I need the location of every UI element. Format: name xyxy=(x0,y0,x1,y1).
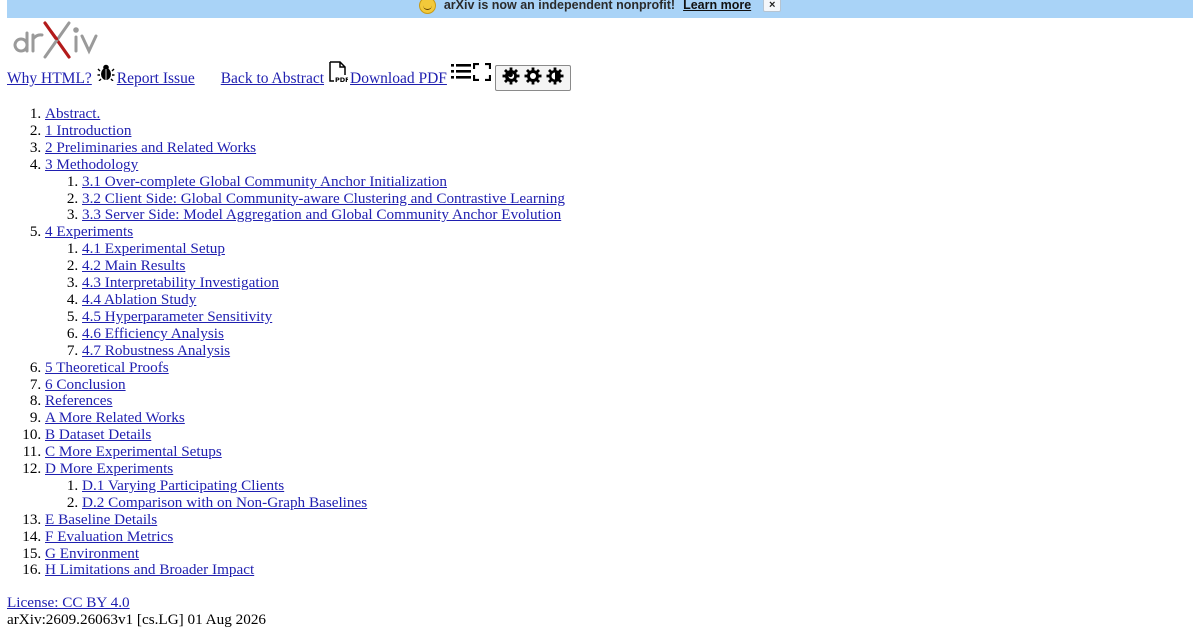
toc-link[interactable]: C More Experimental Setups xyxy=(45,443,222,460)
toc-subitem: 4.3 Interpretability Investigation xyxy=(82,274,700,292)
toc-item: G Environment xyxy=(45,545,700,563)
toc-link[interactable]: G Environment xyxy=(45,545,139,562)
smiling-face-icon xyxy=(418,0,436,14)
gear-dark-icon[interactable] xyxy=(502,67,520,90)
toolbar: Why HTML? Report Issue Back to Abstract … xyxy=(7,60,571,94)
toc-subitem: 3.1 Over-complete Global Community Ancho… xyxy=(82,173,700,191)
toc-link[interactable]: 2 Preliminaries and Related Works xyxy=(45,139,256,156)
bug-icon[interactable] xyxy=(97,63,115,86)
toc-item: F Evaluation Metrics xyxy=(45,528,700,546)
toc-item: C More Experimental Setups xyxy=(45,443,700,461)
toc-item: Abstract. xyxy=(45,105,700,123)
toc-item: 4 Experiments4.1 Experimental Setup4.2 M… xyxy=(45,223,700,360)
toc-link[interactable]: F Evaluation Metrics xyxy=(45,528,173,545)
toc-subitem: D.2 Comparison with on Non-Graph Baselin… xyxy=(82,494,700,512)
banner-message: arXiv is now an independent nonprofit! xyxy=(443,0,676,12)
toc-sublink[interactable]: 4.2 Main Results xyxy=(82,257,185,274)
toc-link[interactable]: 4 Experiments xyxy=(45,223,133,240)
toc-subitem: 3.2 Client Side: Global Community-aware … xyxy=(82,190,700,208)
toc-item: H Limitations and Broader Impact xyxy=(45,562,700,579)
toc-subitem: 4.1 Experimental Setup xyxy=(82,240,700,258)
close-banner-button[interactable]: × xyxy=(763,0,782,12)
toc-sublink[interactable]: D.2 Comparison with on Non-Graph Baselin… xyxy=(82,494,367,511)
toc-sublink[interactable]: D.1 Varying Participating Clients xyxy=(82,477,284,494)
license-link[interactable]: License: CC BY 4.0 xyxy=(7,594,130,611)
toc-link[interactable]: 6 Conclusion xyxy=(45,376,126,393)
toc-subitem: 4.7 Robustness Analysis xyxy=(82,342,700,360)
toc-list: Abstract.1 Introduction2 Preliminaries a… xyxy=(0,105,700,579)
toc-sublink[interactable]: 3.3 Server Side: Model Aggregation and G… xyxy=(82,206,561,223)
toc-link[interactable]: E Baseline Details xyxy=(45,511,157,528)
download-pdf-link[interactable]: Download PDF xyxy=(350,70,447,88)
toc-subitem: 4.5 Hyperparameter Sensitivity xyxy=(82,308,700,326)
theme-toggle-group xyxy=(494,65,571,91)
why-html-link[interactable]: Why HTML? xyxy=(7,70,92,88)
toc-subitem: 4.4 Ablation Study xyxy=(82,291,700,309)
toc-sublist: D.1 Varying Participating ClientsD.2 Com… xyxy=(45,477,700,512)
toc-subitem: D.1 Varying Participating Clients xyxy=(82,477,700,495)
svg-text:PDF: PDF xyxy=(335,76,348,83)
license-line: License: CC BY 4.0 xyxy=(7,594,130,612)
toc-sublist: 3.1 Over-complete Global Community Ancho… xyxy=(45,173,700,225)
toc-item: 3 Methodology3.1 Over-complete Global Co… xyxy=(45,156,700,225)
expand-icon[interactable] xyxy=(472,62,492,86)
toc-sublink[interactable]: 4.5 Hyperparameter Sensitivity xyxy=(82,308,272,325)
toc-item: 2 Preliminaries and Related Works xyxy=(45,139,700,157)
toc-link[interactable]: Abstract. xyxy=(45,105,100,122)
toc-item: A More Related Works xyxy=(45,409,700,427)
toc-sublink[interactable]: 4.1 Experimental Setup xyxy=(82,240,225,257)
toc-sublink[interactable]: 3.2 Client Side: Global Community-aware … xyxy=(82,190,565,207)
toc-link[interactable]: References xyxy=(45,392,112,409)
toc-sublink[interactable]: 4.3 Interpretability Investigation xyxy=(82,274,279,291)
toc-link[interactable]: 5 Theoretical Proofs xyxy=(45,359,169,376)
toc-subitem: 4.2 Main Results xyxy=(82,257,700,275)
contrast-gear-icon[interactable] xyxy=(546,67,564,90)
back-to-abstract-link[interactable]: Back to Abstract xyxy=(221,70,324,88)
toc-item: 6 Conclusion xyxy=(45,376,700,394)
toc-item: 1 Introduction xyxy=(45,122,700,140)
table-of-contents: Abstract.1 Introduction2 Preliminaries a… xyxy=(0,105,700,579)
toc-link[interactable]: 3 Methodology xyxy=(45,156,138,173)
toc-sublink[interactable]: 3.1 Over-complete Global Community Ancho… xyxy=(82,173,447,190)
gear-outline-icon[interactable] xyxy=(524,67,542,90)
toc-sublink[interactable]: 4.7 Robustness Analysis xyxy=(82,342,230,359)
toc-subitem: 3.3 Server Side: Model Aggregation and G… xyxy=(82,206,700,224)
arxiv-logo[interactable] xyxy=(7,17,107,61)
toc-item: 5 Theoretical Proofs xyxy=(45,359,700,377)
arxiv-identifier: arXiv:2609.26063v1 [cs.LG] 01 Aug 2026 xyxy=(7,611,267,628)
pdf-file-icon[interactable]: PDF xyxy=(328,60,350,88)
list-icon[interactable] xyxy=(450,63,471,86)
toc-item: B Dataset Details xyxy=(45,426,700,444)
announcement-banner: arXiv is now an independent nonprofit! L… xyxy=(7,0,1193,18)
report-issue-link[interactable]: Report Issue xyxy=(117,70,195,88)
toc-item: D More ExperimentsD.1 Varying Participat… xyxy=(45,460,700,512)
toc-link[interactable]: B Dataset Details xyxy=(45,426,151,443)
toc-sublist: 4.1 Experimental Setup4.2 Main Results4.… xyxy=(45,240,700,360)
toc-subitem: 4.6 Efficiency Analysis xyxy=(82,325,700,343)
toc-sublink[interactable]: 4.6 Efficiency Analysis xyxy=(82,325,224,342)
toc-item: References xyxy=(45,392,700,410)
learn-more-link[interactable]: Learn more xyxy=(683,0,751,12)
arxiv-logo-mark xyxy=(13,21,98,59)
toc-sublink[interactable]: 4.4 Ablation Study xyxy=(82,291,196,308)
toc-item: E Baseline Details xyxy=(45,511,700,529)
toc-link[interactable]: A More Related Works xyxy=(45,409,185,426)
toc-link[interactable]: 1 Introduction xyxy=(45,122,131,139)
toc-link[interactable]: D More Experiments xyxy=(45,460,173,477)
toc-link[interactable]: H Limitations and Broader Impact xyxy=(45,561,254,579)
